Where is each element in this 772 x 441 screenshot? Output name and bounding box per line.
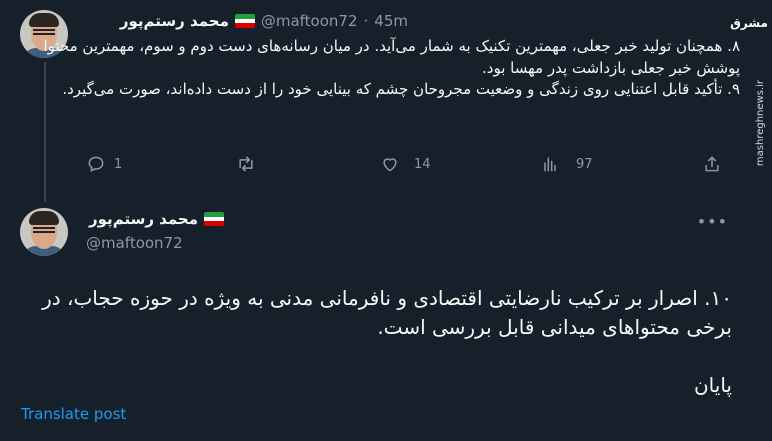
reply-count: 1	[114, 156, 123, 172]
author-handle[interactable]: @maftoon72	[86, 234, 183, 252]
author-name[interactable]: محمد رستم‌پور	[89, 210, 198, 228]
avatar[interactable]	[20, 208, 68, 256]
tweet-header: محمد رستم‌پور @maftoon72 · 45m	[120, 10, 408, 32]
retweet-icon	[239, 156, 253, 172]
tweet-paragraph: ۱۰. اصرار بر ترکیب نارضایتی اقتصادی و نا…	[42, 286, 732, 339]
iran-flag-icon	[234, 14, 255, 28]
tweet-timestamp[interactable]: 45m	[374, 12, 408, 30]
separator-dot: ·	[363, 12, 369, 30]
watermark: مشرق mashreghnews.ir	[730, 16, 768, 186]
reply-icon	[88, 156, 104, 172]
watermark-logo: مشرق	[730, 16, 768, 30]
author-handle[interactable]: @maftoon72	[261, 12, 358, 30]
tweet-text: ۱۰. اصرار بر ترکیب نارضایتی اقتصادی و نا…	[20, 284, 732, 400]
tweet-paragraph: ۸. همچنان تولید خبر جعلی، مهمترین تکنیک …	[43, 37, 740, 77]
tweet-header: محمد رستم‌پور	[89, 208, 224, 230]
retweet-button[interactable]	[236, 154, 264, 174]
views-icon	[544, 157, 556, 172]
views-button[interactable]: 97	[540, 154, 593, 174]
like-count: 14	[414, 156, 431, 172]
tweet-text: ۸. همچنان تولید خبر جعلی، مهمترین تکنیک …	[40, 36, 740, 101]
share-button[interactable]	[702, 154, 722, 174]
views-count: 97	[576, 156, 593, 172]
tweet-closing: پایان	[693, 373, 732, 397]
author-name[interactable]: محمد رستم‌پور	[120, 12, 229, 30]
like-icon	[383, 158, 397, 172]
reply-button[interactable]: 1	[86, 154, 122, 174]
more-icon[interactable]: •••	[697, 212, 728, 231]
translate-post-link[interactable]: Translate post	[21, 405, 126, 423]
like-button[interactable]: 14	[380, 154, 431, 174]
watermark-url: mashreghnews.ir	[755, 80, 766, 167]
share-icon	[705, 156, 719, 172]
iran-flag-icon	[204, 212, 224, 226]
tweet-paragraph: ۹. تأکید قابل اعتنایی روی زندگی و وضعیت …	[62, 80, 740, 98]
